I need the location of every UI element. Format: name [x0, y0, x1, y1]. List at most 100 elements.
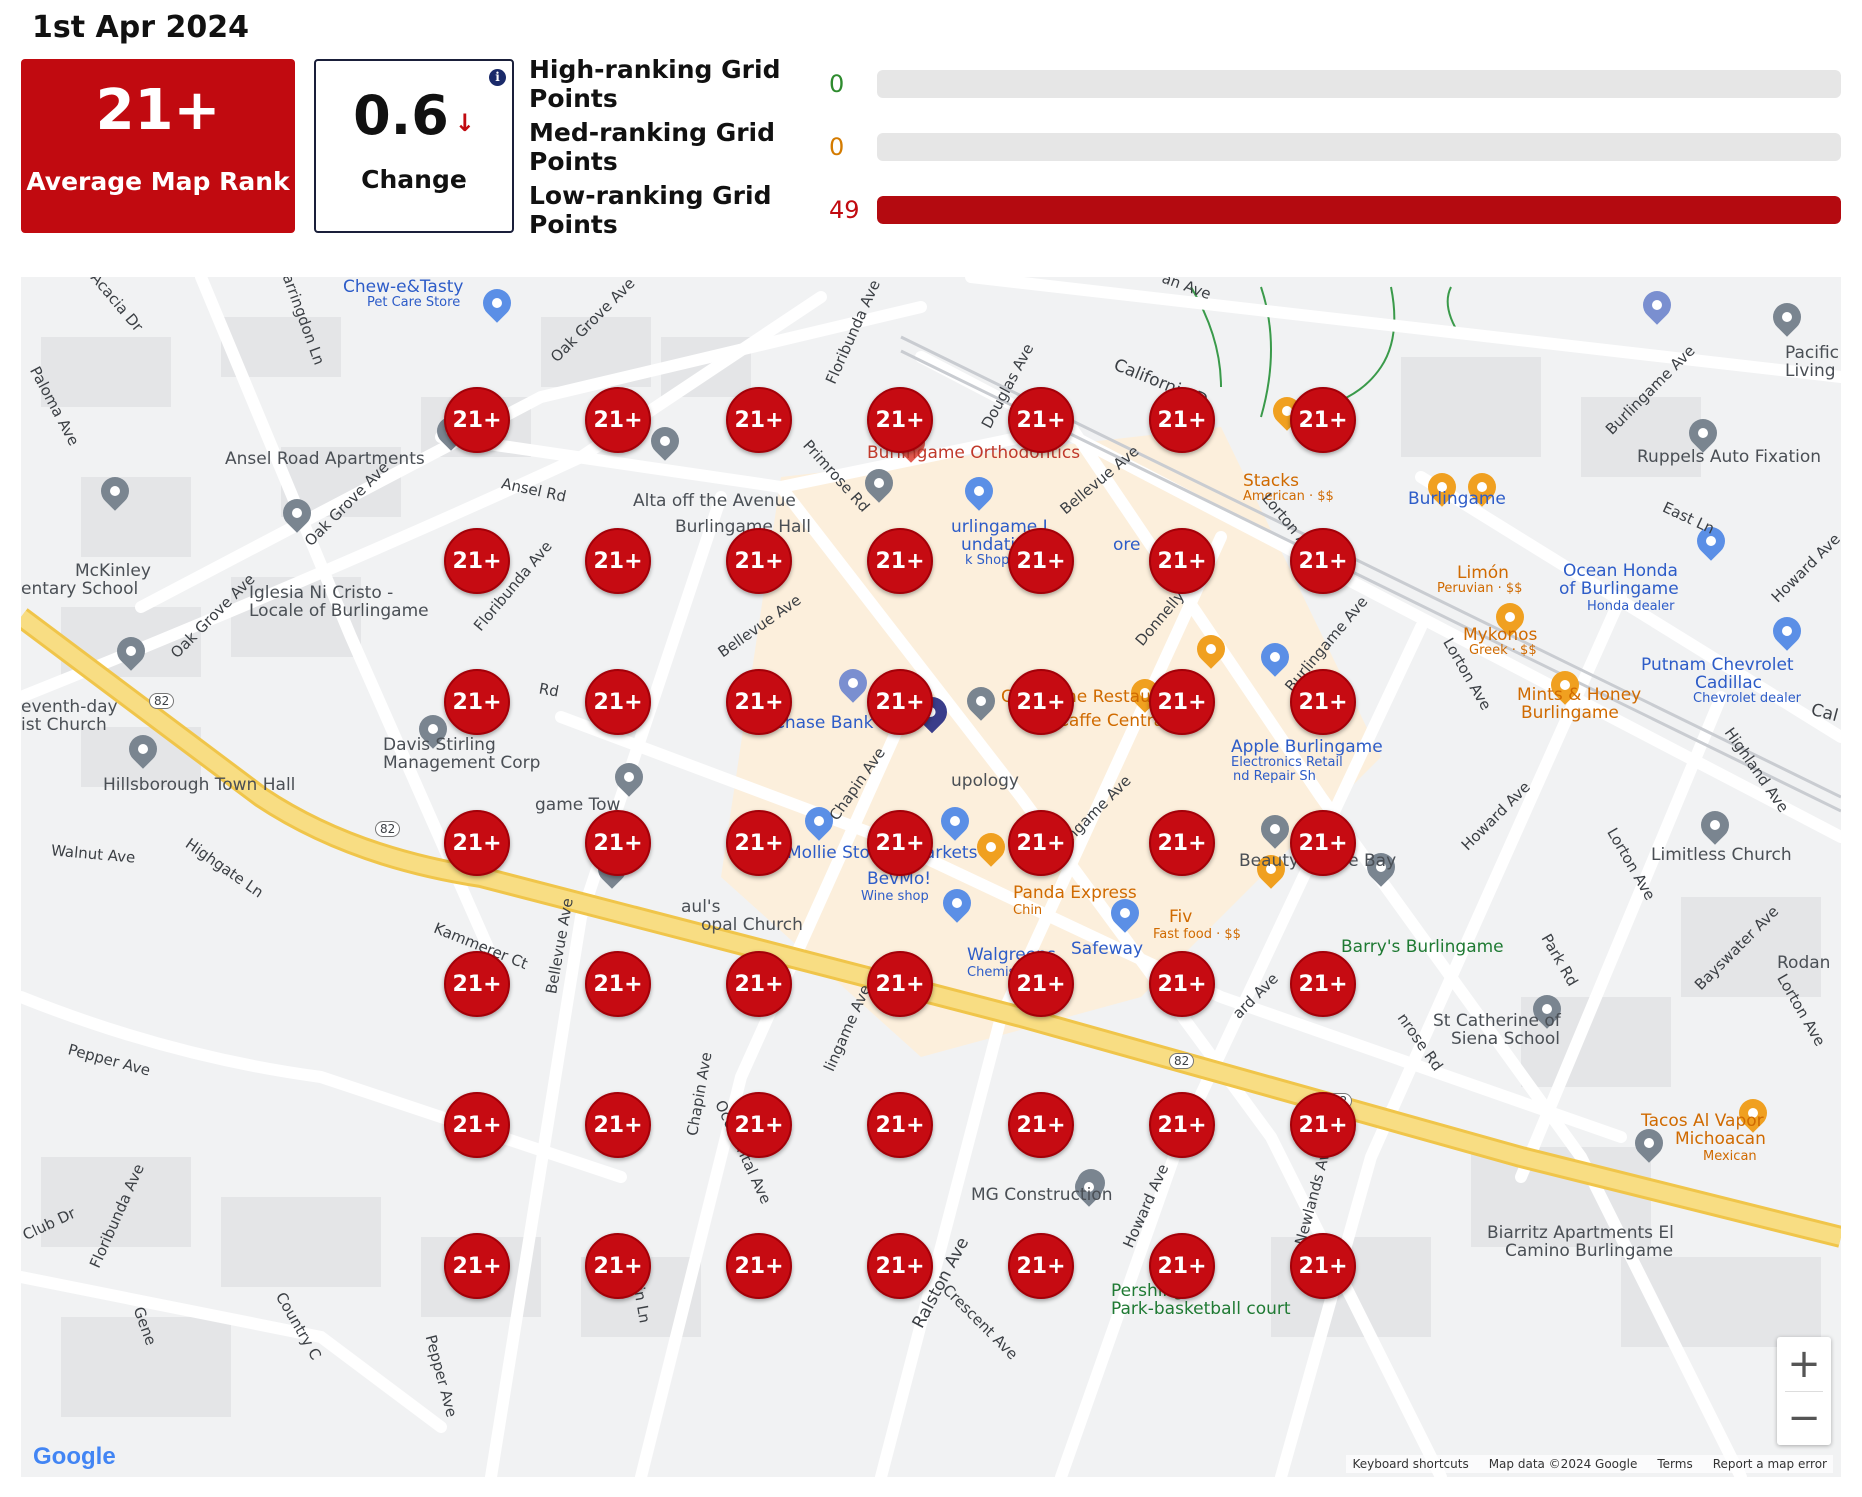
poi-label[interactable]: Burlingame	[1521, 703, 1619, 723]
poi-label[interactable]: Panda Express	[1013, 883, 1137, 903]
grid-point[interactable]: 21+	[585, 528, 651, 594]
grid-point[interactable]: 21+	[585, 1092, 651, 1158]
grid-point[interactable]: 21+	[1290, 1092, 1356, 1158]
grid-point[interactable]: 21+	[726, 669, 792, 735]
grid-point[interactable]: 21+	[1149, 528, 1215, 594]
grid-point[interactable]: 21+	[867, 669, 933, 735]
grid-point[interactable]: 21+	[1149, 951, 1215, 1017]
grid-point[interactable]: 21+	[1290, 528, 1356, 594]
poi-label[interactable]: opal Church	[701, 915, 803, 935]
poi-label[interactable]: Michoacan	[1675, 1129, 1766, 1149]
grid-point[interactable]: 21+	[726, 528, 792, 594]
poi-label[interactable]: Iglesia Ni Cristo -	[249, 583, 393, 603]
poi-label[interactable]: McKinley	[75, 561, 151, 581]
poi-label[interactable]: Barry's Burlingame	[1341, 937, 1504, 957]
grid-point[interactable]: 21+	[867, 528, 933, 594]
grid-point[interactable]: 21+	[1008, 387, 1074, 453]
poi-label[interactable]: Management Corp	[383, 753, 540, 773]
grid-point[interactable]: 21+	[726, 1233, 792, 1299]
grid-point[interactable]: 21+	[1008, 669, 1074, 735]
grid-point[interactable]: 21+	[726, 387, 792, 453]
grid-point[interactable]: 21+	[1008, 1233, 1074, 1299]
station-label[interactable]: Burlingame	[1408, 489, 1506, 509]
poi-label[interactable]: Pacific	[1785, 343, 1839, 363]
grid-point[interactable]: 21+	[1008, 951, 1074, 1017]
zoom-in-button[interactable]: +	[1777, 1337, 1831, 1391]
poi-label[interactable]: Biarritz Apartments El	[1487, 1223, 1674, 1243]
poi-label[interactable]: St Catherine of	[1433, 1011, 1561, 1031]
poi-label[interactable]: Hillsborough Town Hall	[103, 775, 295, 795]
map-view[interactable]: Chew-e&Tasty Pet Care Store Ansel Road A…	[21, 277, 1841, 1477]
poi-label[interactable]: Stacks	[1243, 471, 1299, 491]
terms-link[interactable]: Terms	[1657, 1457, 1692, 1471]
grid-point[interactable]: 21+	[726, 810, 792, 876]
zoom-out-button[interactable]: −	[1777, 1391, 1831, 1445]
grid-point[interactable]: 21+	[1290, 669, 1356, 735]
poi-label[interactable]: Siena School	[1451, 1029, 1560, 1049]
poi-label[interactable]: Locale of Burlingame	[249, 601, 429, 621]
grid-point[interactable]: 21+	[444, 528, 510, 594]
poi-label[interactable]: Putnam Chevrolet	[1641, 655, 1794, 675]
info-icon[interactable]: i	[489, 69, 506, 86]
grid-point[interactable]: 21+	[867, 1092, 933, 1158]
grid-point[interactable]: 21+	[867, 387, 933, 453]
poi-label[interactable]: of Burlingame	[1559, 579, 1679, 599]
poi-label[interactable]: Rodan	[1777, 953, 1830, 973]
keyboard-shortcuts-link[interactable]: Keyboard shortcuts	[1352, 1457, 1468, 1471]
grid-point[interactable]: 21+	[585, 669, 651, 735]
grid-point[interactable]: 21+	[1290, 387, 1356, 453]
poi-label[interactable]: entary School	[21, 579, 138, 599]
grid-point[interactable]: 21+	[1008, 528, 1074, 594]
grid-point[interactable]: 21+	[1008, 1092, 1074, 1158]
grid-point[interactable]: 21+	[867, 1233, 933, 1299]
grid-point[interactable]: 21+	[867, 951, 933, 1017]
poi-label[interactable]: Apple Burlingame	[1231, 737, 1383, 757]
grid-point[interactable]: 21+	[444, 1092, 510, 1158]
report-error-link[interactable]: Report a map error	[1713, 1457, 1827, 1471]
grid-point[interactable]: 21+	[444, 951, 510, 1017]
poi-label[interactable]: ore	[1113, 535, 1140, 555]
poi-label[interactable]: Fiv	[1169, 907, 1192, 927]
grid-point[interactable]: 21+	[585, 387, 651, 453]
grid-point[interactable]: 21+	[867, 810, 933, 876]
poi-label[interactable]: Living	[1785, 361, 1836, 381]
poi-label[interactable]: Ruppels Auto Fixation	[1637, 447, 1821, 467]
grid-point[interactable]: 21+	[444, 669, 510, 735]
poi-label[interactable]: Tacos Al Vapor	[1641, 1111, 1764, 1131]
poi-label[interactable]: Safeway	[1071, 939, 1143, 959]
grid-point[interactable]: 21+	[726, 951, 792, 1017]
poi-label[interactable]: upology	[951, 771, 1019, 791]
grid-point[interactable]: 21+	[1008, 810, 1074, 876]
poi-label[interactable]: eventh-day	[21, 697, 118, 717]
poi-label[interactable]: Mykonos	[1463, 625, 1537, 645]
grid-point[interactable]: 21+	[1149, 810, 1215, 876]
poi-label[interactable]: ist Church	[21, 715, 107, 735]
poi-label[interactable]: Mints & Honey	[1517, 685, 1641, 705]
poi-label[interactable]: Camino Burlingame	[1505, 1241, 1673, 1261]
poi-label[interactable]: Chew-e&Tasty	[343, 277, 463, 297]
poi-label[interactable]: Park-basketball court	[1111, 1299, 1291, 1319]
poi-label[interactable]: Limón	[1457, 563, 1509, 583]
poi-label[interactable]: Cadillac	[1695, 673, 1762, 693]
grid-point[interactable]: 21+	[726, 1092, 792, 1158]
grid-point[interactable]: 21+	[585, 810, 651, 876]
poi-label[interactable]: Limitless Church	[1651, 845, 1792, 865]
grid-point[interactable]: 21+	[444, 810, 510, 876]
poi-label[interactable]: Ocean Honda	[1563, 561, 1678, 581]
grid-point[interactable]: 21+	[1149, 387, 1215, 453]
grid-point[interactable]: 21+	[1290, 951, 1356, 1017]
grid-point[interactable]: 21+	[1149, 1092, 1215, 1158]
grid-point[interactable]: 21+	[1149, 669, 1215, 735]
poi-label[interactable]: Davis Stirling	[383, 735, 496, 755]
poi-label[interactable]: Ansel Road Apartments	[225, 449, 425, 469]
grid-point[interactable]: 21+	[585, 951, 651, 1017]
poi-label[interactable]: aul's	[681, 897, 720, 917]
grid-point[interactable]: 21+	[1290, 1233, 1356, 1299]
grid-point[interactable]: 21+	[444, 1233, 510, 1299]
grid-point[interactable]: 21+	[1290, 810, 1356, 876]
grid-point[interactable]: 21+	[444, 387, 510, 453]
poi-label[interactable]: Alta off the Avenue	[633, 491, 796, 511]
grid-point[interactable]: 21+	[585, 1233, 651, 1299]
poi-label[interactable]: MG Construction	[971, 1185, 1113, 1205]
grid-point[interactable]: 21+	[1149, 1233, 1215, 1299]
